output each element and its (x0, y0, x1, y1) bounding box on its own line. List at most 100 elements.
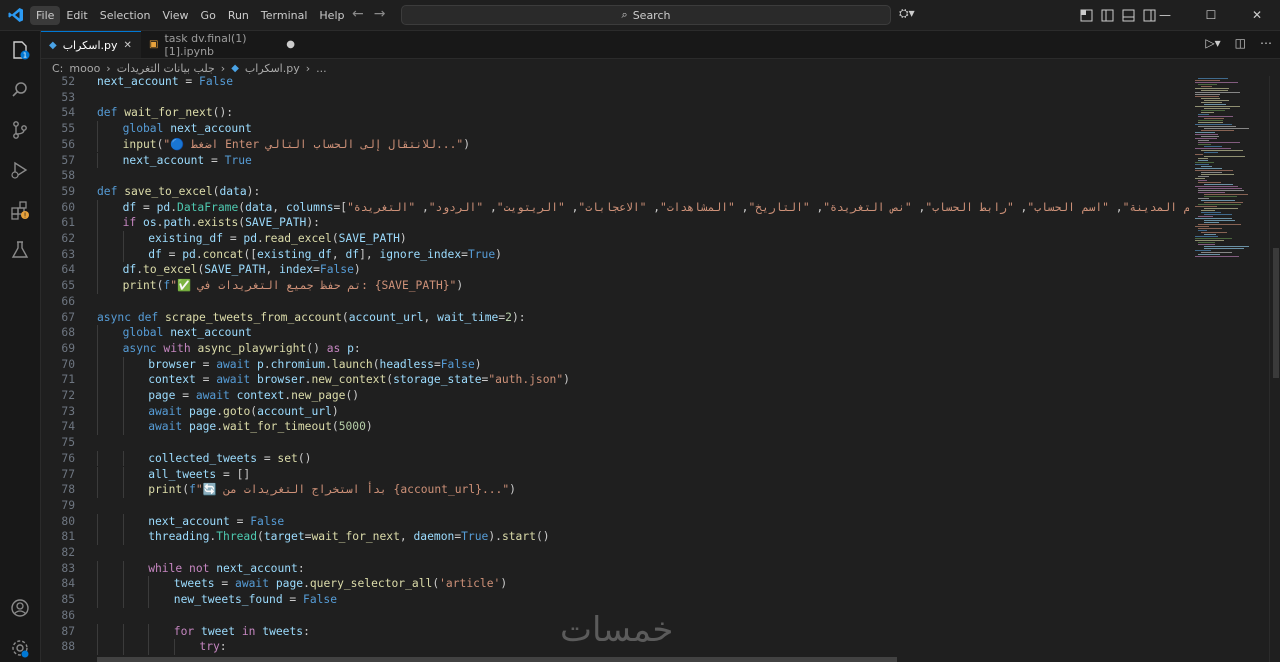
menu-item-selection[interactable]: Selection (94, 6, 157, 25)
code-line[interactable]: 75 (41, 435, 1189, 451)
close-tab-icon[interactable]: ✕ (124, 40, 132, 51)
horizontal-scrollbar[interactable] (97, 657, 897, 662)
code-line[interactable]: 72 page = await context.new_page() (41, 388, 1189, 404)
code-line[interactable]: 77 all_tweets = [] (41, 466, 1189, 483)
minimap-line (1195, 186, 1238, 187)
menu-item-file[interactable]: File (30, 5, 61, 25)
nav-arrows[interactable]: ←→ (352, 6, 395, 22)
menu-item-view[interactable]: View (156, 6, 194, 25)
code-line[interactable]: 57 next_account = True (41, 152, 1189, 169)
code-line[interactable]: 81 threading.Thread(target=wait_for_next,… (41, 529, 1189, 545)
code-line[interactable]: 60 df = pd.DataFrame(data, columns=["اسم … (41, 199, 1189, 216)
minimap-line (1195, 218, 1232, 219)
tab-active-file[interactable]: ◆ اسكراب.py ✕ (41, 31, 141, 58)
line-number: 88 (61, 640, 75, 654)
code-line[interactable]: 82 (41, 545, 1189, 561)
copilot-icon[interactable]: ⛭▾ (899, 6, 915, 21)
extensions-icon[interactable]: ! (9, 199, 31, 221)
code-text: for tweet in tweets: (173, 624, 310, 638)
minimap-line (1195, 88, 1229, 89)
unsaved-dot-icon[interactable]: ● (286, 39, 295, 50)
code-line[interactable]: 70 browser = await p.chromium.launch(head… (41, 356, 1189, 373)
search-icon[interactable] (9, 79, 31, 101)
split-editor-icon[interactable]: ◫ (1235, 36, 1246, 50)
run-icon[interactable]: ▷▾ (1205, 36, 1220, 50)
code-text: existing_df = pd.read_excel(SAVE_PATH) (148, 232, 407, 245)
code-line[interactable]: 74 await page.wait_for_timeout(5000) (41, 419, 1189, 436)
code-line[interactable]: 67 async def scrape_tweets_from_account(a… (41, 310, 1189, 326)
tab-notebook-file[interactable]: ▣ task dv.final(1)[1].ipynb ● (141, 31, 303, 58)
code-line[interactable]: 68 global next_account (41, 325, 1189, 341)
code-line[interactable]: 59 def save_to_excel(data): (41, 184, 1189, 200)
minimap[interactable] (1189, 76, 1269, 662)
code-line[interactable]: 56 input("🔵 اضغط Enter للانتقال إلى الحسا… (41, 136, 1189, 153)
account-icon[interactable] (9, 597, 31, 619)
breadcrumb-item[interactable]: mooo (69, 62, 100, 75)
explorer-icon[interactable]: 1 (9, 39, 31, 61)
code-line[interactable]: 76 collected_tweets = set() (41, 450, 1189, 467)
code-line[interactable]: 64 df.to_excel(SAVE_PATH, index=False) (41, 262, 1189, 279)
code-line[interactable]: 78 print(f"🔄 بدأ استخراج التغريدات من {ac… (41, 482, 1189, 498)
maximize-icon[interactable]: ☐ (1188, 0, 1234, 30)
code-line[interactable]: 73 await page.goto(account_url) (41, 403, 1189, 420)
minimize-icon[interactable]: — (1142, 0, 1188, 30)
code-line[interactable]: 54 def wait_for_next(): (41, 105, 1189, 121)
more-actions-icon[interactable]: ⋯ (1260, 36, 1272, 50)
indent-guide (148, 639, 150, 655)
code-text: all_tweets = [] (148, 467, 251, 481)
minimap-line (1198, 120, 1223, 121)
menu-item-help[interactable]: Help (313, 6, 350, 25)
indent-guide (97, 136, 98, 153)
code-line[interactable]: 79 (41, 498, 1189, 514)
code-line[interactable]: 65 print(f"✅ تم حفظ جميع التغريدات في: {S… (41, 278, 1189, 294)
code-line[interactable]: 63 df = pd.concat([existing_df, df], igno… (41, 246, 1189, 263)
line-number: 58 (61, 169, 75, 183)
code-line[interactable]: 55 global next_account (41, 121, 1189, 137)
close-window-icon[interactable]: ✕ (1234, 0, 1280, 30)
menu-item-go[interactable]: Go (195, 6, 222, 25)
scrollbar-thumb[interactable] (1273, 248, 1279, 378)
menu-item-terminal[interactable]: Terminal (255, 6, 314, 25)
code-line[interactable]: 80 next_account = False (41, 513, 1189, 530)
code-editor[interactable]: 52 next_account = False 53 54 def wait_for_n… (41, 76, 1189, 662)
code-line[interactable]: 62 existing_df = pd.read_excel(SAVE_PATH) (41, 231, 1189, 247)
source-control-icon[interactable] (9, 119, 31, 141)
indent-guide (122, 513, 124, 530)
run-debug-icon[interactable] (9, 159, 31, 181)
breadcrumb-item[interactable]: اسكراب.py (245, 62, 300, 75)
line-number: 85 (61, 593, 75, 607)
forward-arrow-icon[interactable]: → (374, 6, 396, 22)
indent-guide (148, 592, 150, 608)
breadcrumb-item[interactable]: جلب بيانات التغريدات (117, 62, 215, 75)
toggle-primary-sidebar-icon[interactable] (1101, 7, 1114, 22)
customize-layout-icon[interactable] (1080, 7, 1093, 22)
code-line[interactable]: 71 context = await browser.new_context(st… (41, 372, 1189, 388)
line-number: 71 (61, 373, 75, 387)
code-line[interactable]: 83 while not next_account: (41, 560, 1189, 577)
code-line[interactable]: 53 (41, 90, 1189, 106)
line-number: 69 (61, 341, 75, 355)
breadcrumb-item[interactable]: ... (316, 62, 327, 75)
menu-bar: File Edit Selection View Go Run Terminal Help (30, 0, 350, 30)
minimap-line (1195, 236, 1218, 237)
testing-icon[interactable] (9, 239, 31, 261)
code-line[interactable]: 66 (41, 294, 1189, 310)
code-line[interactable]: 85 new_tweets_found = False (41, 592, 1189, 608)
breadcrumb-item[interactable]: C: (52, 62, 63, 75)
back-arrow-icon[interactable]: ← (352, 6, 374, 22)
minimap-line (1201, 130, 1234, 131)
code-line[interactable]: 84 tweets = await page.query_selector_all… (41, 576, 1189, 593)
minimap-line (1195, 250, 1211, 251)
indent-guide (97, 403, 98, 420)
code-line[interactable]: 69 async with async_playwright() as p: (41, 340, 1189, 357)
code-line[interactable]: 58 (41, 168, 1189, 184)
menu-item-edit[interactable]: Edit (60, 6, 93, 25)
code-line[interactable]: 52 next_account = False (41, 76, 1189, 90)
code-line[interactable]: 61 if os.path.exists(SAVE_PATH): (41, 215, 1189, 231)
settings-gear-icon[interactable] (9, 637, 31, 659)
menu-item-run[interactable]: Run (222, 6, 255, 25)
toggle-panel-icon[interactable] (1122, 7, 1135, 22)
vertical-scrollbar[interactable] (1269, 76, 1280, 662)
minimap-line (1198, 122, 1223, 123)
command-search-box[interactable]: ⌕ Search (401, 5, 891, 25)
